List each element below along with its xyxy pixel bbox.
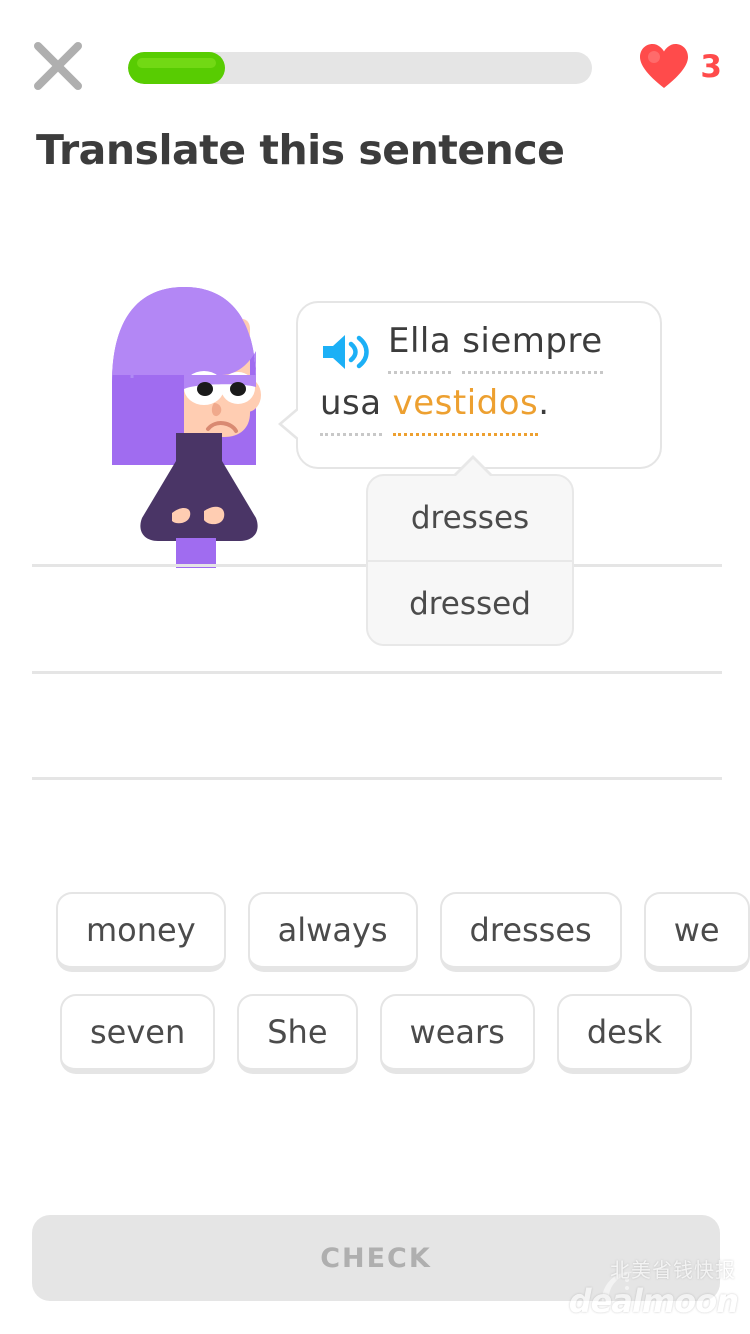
exercise-screen: 3 Translate this sentence Ella siempre u… (0, 0, 750, 1334)
hint-popup: dresses dressed (366, 455, 574, 646)
word-tile[interactable]: we (643, 892, 750, 972)
prompt-period: . (538, 383, 550, 423)
progress-gloss (137, 58, 217, 68)
speaker-icon[interactable] (320, 331, 370, 373)
word-tile[interactable]: seven (59, 994, 216, 1074)
hearts-indicator[interactable]: 3 (640, 44, 722, 90)
word-bank-row-1: money always dresses we (56, 892, 750, 972)
heart-icon (640, 44, 689, 88)
word-tile[interactable]: always (247, 892, 418, 972)
lesson-header: 3 (0, 0, 750, 115)
hint-arrow-fill (452, 459, 494, 480)
progress-fill (128, 52, 226, 84)
prompt-token: siempre (462, 321, 603, 374)
bubble-tail-fill (282, 407, 302, 441)
word-tile[interactable]: money (56, 892, 226, 972)
prompt-speech-bubble: Ella siempre usa vestidos . (278, 301, 662, 469)
page-title: Translate this sentence (36, 126, 565, 174)
prompt-hint-token-vestidos[interactable]: vestidos (392, 383, 539, 436)
hint-option-dressed[interactable]: dressed (368, 560, 572, 644)
prompt-line-1: Ella siempre (320, 321, 638, 383)
prompt-token: usa (320, 383, 382, 436)
lesson-progress-bar (128, 52, 592, 84)
word-tile[interactable]: She (237, 994, 358, 1074)
answer-line[interactable] (32, 777, 722, 780)
hearts-count: 3 (700, 49, 722, 85)
word-tile[interactable]: desk (556, 994, 693, 1074)
word-bank-row-2: seven She wears desk (56, 994, 696, 1074)
word-tile[interactable]: wears (379, 994, 535, 1074)
check-button[interactable]: CHECK (32, 1215, 720, 1301)
lily-character (104, 283, 264, 568)
prompt-token: Ella (388, 321, 452, 374)
word-bank: money always dresses we seven She wears … (56, 892, 750, 1096)
close-icon[interactable] (30, 38, 86, 94)
prompt-line-2: usa vestidos . (320, 383, 638, 445)
answer-line[interactable] (32, 671, 722, 674)
hint-option-dresses[interactable]: dresses (368, 476, 572, 560)
word-tile[interactable]: dresses (439, 892, 622, 972)
